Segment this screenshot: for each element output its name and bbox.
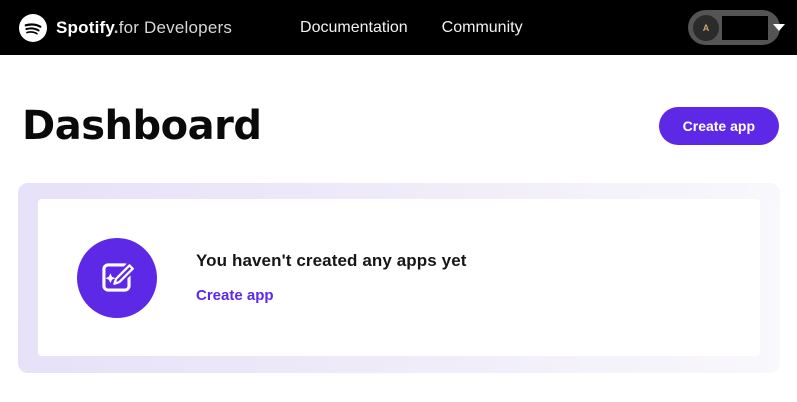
navbar: Spotify.for Developers Documentation Com… [0,0,797,55]
brand[interactable]: Spotify.for Developers [19,14,232,42]
brand-suffix: for Developers [119,18,232,37]
brand-text: Spotify.for Developers [56,18,232,38]
spotify-logo-icon [19,14,47,42]
empty-state-text: You haven't created any apps yet Create … [196,251,467,304]
user-name-redacted [722,16,768,40]
user-menu[interactable]: A [688,10,780,45]
create-app-icon [77,238,157,318]
main-nav: Documentation Community [300,19,523,37]
nav-link-documentation[interactable]: Documentation [300,19,408,37]
avatar: A [693,15,719,41]
brand-name: Spotify [56,18,114,37]
nav-link-community[interactable]: Community [442,19,523,37]
empty-state-card: You haven't created any apps yet Create … [38,199,760,356]
main-content: Dashboard Create app You haven't created… [0,103,797,373]
create-app-link[interactable]: Create app [196,287,274,304]
empty-state-panel: You haven't created any apps yet Create … [18,183,780,373]
page-title: Dashboard [22,103,261,149]
chevron-down-icon [773,24,785,31]
page-header: Dashboard Create app [22,103,779,149]
create-app-button[interactable]: Create app [659,107,779,145]
empty-state-title: You haven't created any apps yet [196,251,467,271]
